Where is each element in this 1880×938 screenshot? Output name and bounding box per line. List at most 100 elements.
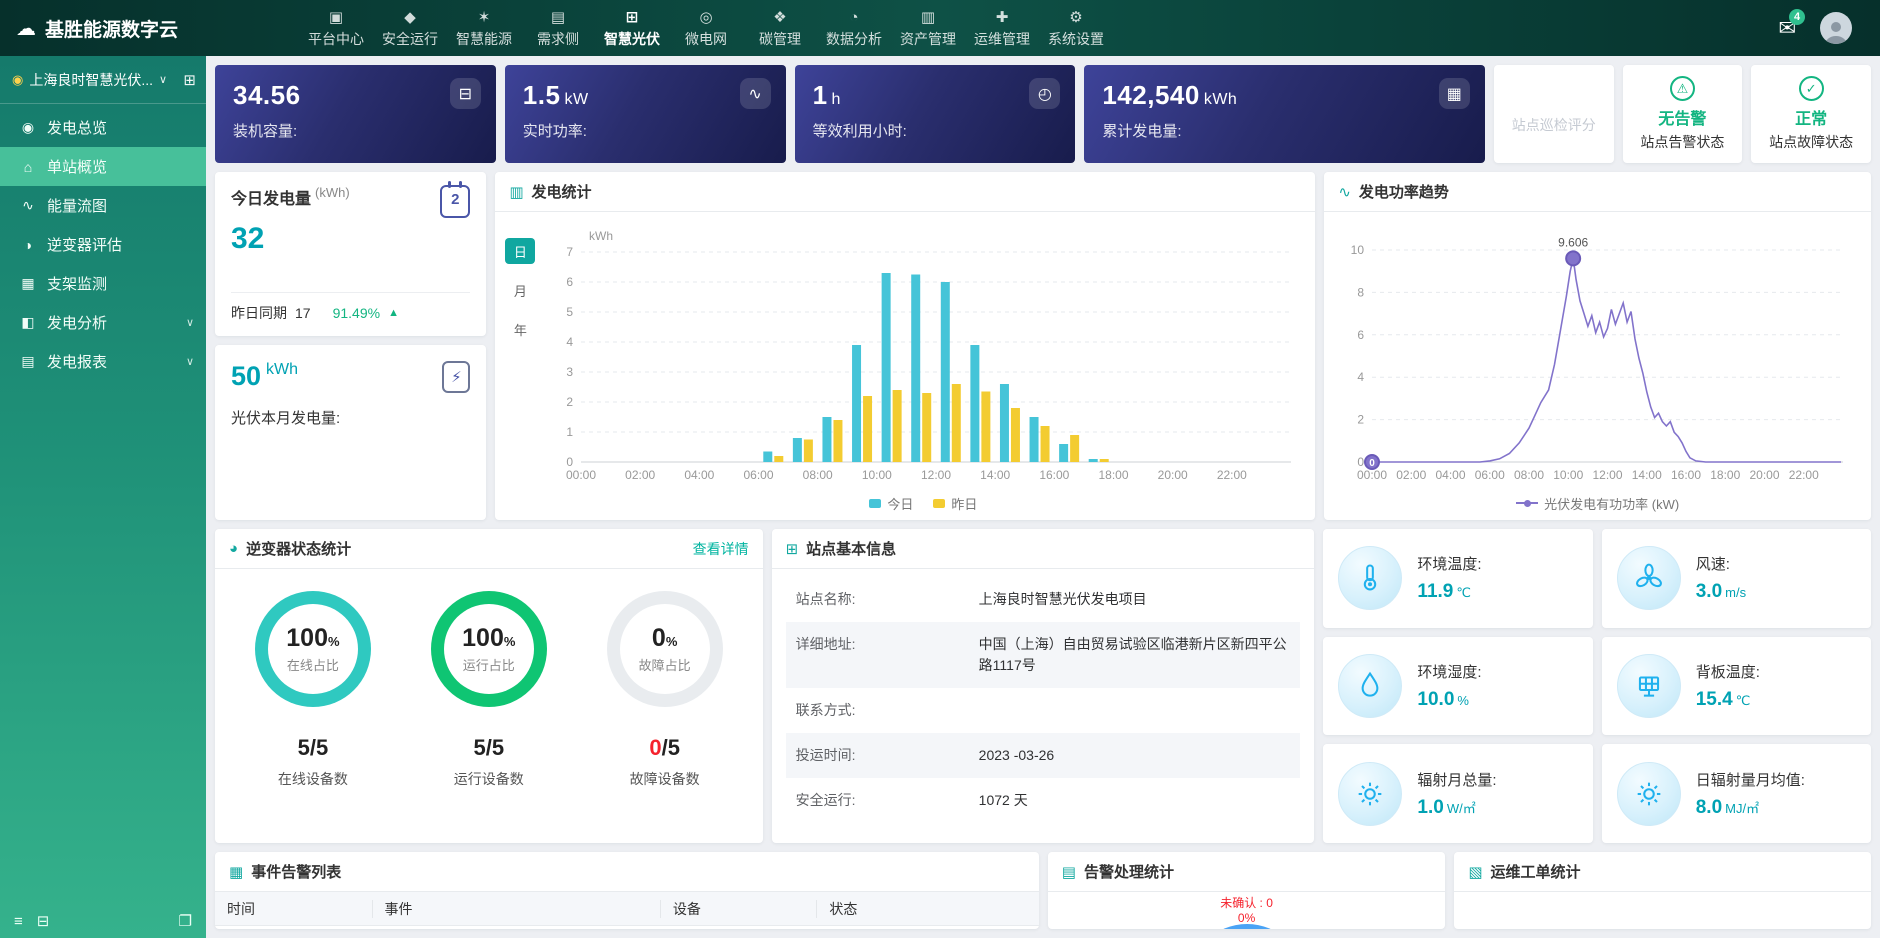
tab-period-2[interactable]: 年 — [505, 316, 535, 342]
total-generation-value: 142,540 — [1102, 80, 1199, 110]
info-label: 联系方式: — [796, 700, 979, 721]
list-view-icon[interactable]: ⊟ — [37, 912, 50, 930]
svg-text:22:00: 22:00 — [1217, 468, 1247, 482]
nav-item-om[interactable]: ✚运维管理 — [968, 7, 1036, 49]
view-details-link[interactable]: 查看详情 — [693, 539, 749, 559]
charts-row: 今日发电量 (kWh) 2 32 昨日同期 17 91.49% ▲ — [215, 172, 1871, 520]
table-icon: ▦ — [229, 863, 243, 881]
nav-item-label: 微电网 — [685, 29, 727, 49]
sidebar-item-gen-report[interactable]: ▤发电报表∨ — [0, 342, 206, 381]
fault-status-card: ✓ 正常 站点故障状态 — [1751, 65, 1871, 163]
env-card-monthly-radiation: 辐射月总量:1.0W/㎡ — [1323, 744, 1592, 843]
station-selector[interactable]: ◉ 上海良时智慧光伏... ∨ ⊞ — [0, 56, 206, 104]
nav-item-asset[interactable]: ▥资产管理 — [894, 7, 962, 49]
platform-icon: ▣ — [329, 9, 343, 26]
sidebar-item-label: 发电分析 — [47, 312, 107, 333]
legend-label: 光伏发电有功功率 (kW) — [1544, 494, 1679, 513]
period-tabs: 日月年 — [505, 238, 541, 518]
svg-text:10:00: 10:00 — [862, 468, 892, 482]
realtime-power-value: 1.5 — [523, 80, 561, 110]
month-generation-card: 50 kWh ⚡ 光伏本月发电量: — [215, 345, 486, 520]
svg-text:08:00: 08:00 — [803, 468, 833, 482]
station-overview-icon: ⌂ — [20, 159, 36, 175]
svg-text:02:00: 02:00 — [1397, 468, 1427, 482]
bar-chart-icon: ▥ — [509, 183, 523, 201]
column-header-3: 状态 — [816, 900, 1038, 918]
yesterday-compare-label: 昨日同期 — [231, 303, 287, 323]
tab-period-0[interactable]: 日 — [505, 238, 535, 264]
site-info-title: 站点基本信息 — [806, 538, 896, 559]
alarm-status-value: 无告警 — [1658, 105, 1706, 129]
sidebar-item-gen-analysis[interactable]: ◧发电分析∨ — [0, 303, 206, 342]
energy-flow-icon: ∿ — [20, 197, 36, 214]
env-text: 辐射月总量:1.0W/㎡ — [1417, 769, 1496, 819]
ambient-temperature-icon — [1338, 546, 1402, 610]
svg-text:0: 0 — [1358, 455, 1365, 469]
equivalent-hours-label: 等效利用小时: — [813, 120, 1058, 141]
alarm-pie-chart: 未确认 : 0 0% — [1048, 892, 1446, 929]
info-label: 站点名称: — [796, 589, 979, 610]
column-header-0: 时间 — [215, 900, 372, 918]
nav-item-settings[interactable]: ⚙系统设置 — [1042, 7, 1110, 49]
site-info-card: ⊞ 站点基本信息 站点名称:上海良时智慧光伏发电项目详细地址:中国（上海）自由贸… — [772, 529, 1315, 843]
info-grid-icon: ⊞ — [786, 540, 799, 558]
avatar[interactable] — [1820, 12, 1852, 44]
site-info-row: 安全运行:1072 天 — [786, 778, 1301, 823]
env-label: 背板温度: — [1696, 661, 1760, 682]
mail-button[interactable]: ✉ 4 — [1778, 16, 1796, 41]
env-card-ambient-temperature: 环境温度:11.9℃ — [1323, 529, 1592, 628]
svg-text:2: 2 — [567, 395, 574, 409]
event-alarm-list-card: ▦ 事件告警列表 时间事件设备状态 — [215, 852, 1039, 929]
device-count-value: 5/5 — [454, 735, 524, 761]
sidebar-item-station-overview[interactable]: ⌂单站概览 — [0, 147, 206, 186]
svg-text:18:00: 18:00 — [1711, 468, 1741, 482]
energy-meter-icon: ⚡ — [442, 361, 470, 393]
svg-text:12:00: 12:00 — [921, 468, 951, 482]
nav-item-demand-side[interactable]: ▤需求侧 — [524, 7, 592, 49]
device-count-value: 5/5 — [278, 735, 348, 761]
event-table-header: 时间事件设备状态 — [215, 892, 1039, 926]
generation-statistics-card: ▥ 发电统计 日月年 01234567kWh00:0002:0004:0006:… — [495, 172, 1315, 520]
nav-item-microgrid[interactable]: ◎微电网 — [672, 7, 740, 49]
nav-item-smart-pv[interactable]: ⊞智慧光伏 — [598, 7, 666, 49]
power-trend-line-chart: 024681000:0002:0004:0006:0008:0010:0012:… — [1336, 220, 1859, 488]
tab-period-1[interactable]: 月 — [505, 277, 535, 303]
sidebar-item-tracker-monitor[interactable]: ▦支架监测 — [0, 264, 206, 303]
svg-text:14:00: 14:00 — [980, 468, 1010, 482]
donut-text: 100%在线占比 — [255, 591, 371, 707]
donut-label: 故障占比 — [639, 655, 691, 674]
svg-text:9.606: 9.606 — [1558, 235, 1588, 249]
inspection-score-card: 站点巡检评分 — [1494, 65, 1614, 163]
alarm-status-label: 站点告警状态 — [1640, 132, 1724, 152]
kpi-row: 34.56 装机容量: ⊟ 1.5kW 实时功率: ∿ 1h 等效利用小时: ◴… — [215, 65, 1871, 163]
donut-running: 100%运行占比 — [431, 591, 547, 707]
sidebar-item-inverter-eval[interactable]: ◑逆变器评估 — [0, 225, 206, 264]
nav-item-safety[interactable]: ◆安全运行 — [376, 7, 444, 49]
pie-chart-icon: ▤ — [1062, 863, 1076, 881]
inverter-status-title: 逆变器状态统计 — [246, 538, 351, 559]
sidebar-item-gen-overview[interactable]: ◉发电总览 — [0, 108, 206, 147]
header-right: ✉ 4 — [1778, 12, 1880, 44]
env-value: 10.0% — [1417, 689, 1481, 711]
nav-item-smart-energy[interactable]: ✶智慧能源 — [450, 7, 518, 49]
info-value: 2023 -03-26 — [979, 745, 1291, 766]
collapse-menu-icon[interactable]: ≡ — [14, 913, 23, 930]
month-generation-label: 光伏本月发电量: — [231, 407, 470, 428]
nav-item-carbon[interactable]: ❖碳管理 — [746, 7, 814, 49]
info-value: 上海良时智慧光伏发电项目 — [979, 589, 1291, 610]
backplate-temperature-icon — [1617, 654, 1681, 718]
inverter-donuts: 100%在线占比100%运行占比0%故障占比 — [215, 591, 763, 707]
sidebar-item-energy-flow[interactable]: ∿能量流图 — [0, 186, 206, 225]
device-count: 5/5运行设备数 — [454, 735, 524, 789]
svg-text:4: 4 — [1358, 370, 1365, 384]
svg-text:22:00: 22:00 — [1789, 468, 1819, 482]
settings-icon: ⚙ — [1069, 9, 1082, 26]
nav-item-label: 智慧光伏 — [604, 29, 660, 49]
station-grid-icon[interactable]: ⊞ — [183, 71, 196, 89]
alarm-processing-title: 告警处理统计 — [1084, 861, 1174, 882]
installed-capacity-value: 34.56 — [233, 80, 301, 110]
safety-icon: ◆ — [404, 9, 416, 26]
nav-item-platform[interactable]: ▣平台中心 — [302, 7, 370, 49]
nav-item-data-analytics[interactable]: ◔数据分析 — [820, 7, 888, 49]
new-window-icon[interactable]: ❐ — [179, 912, 192, 930]
